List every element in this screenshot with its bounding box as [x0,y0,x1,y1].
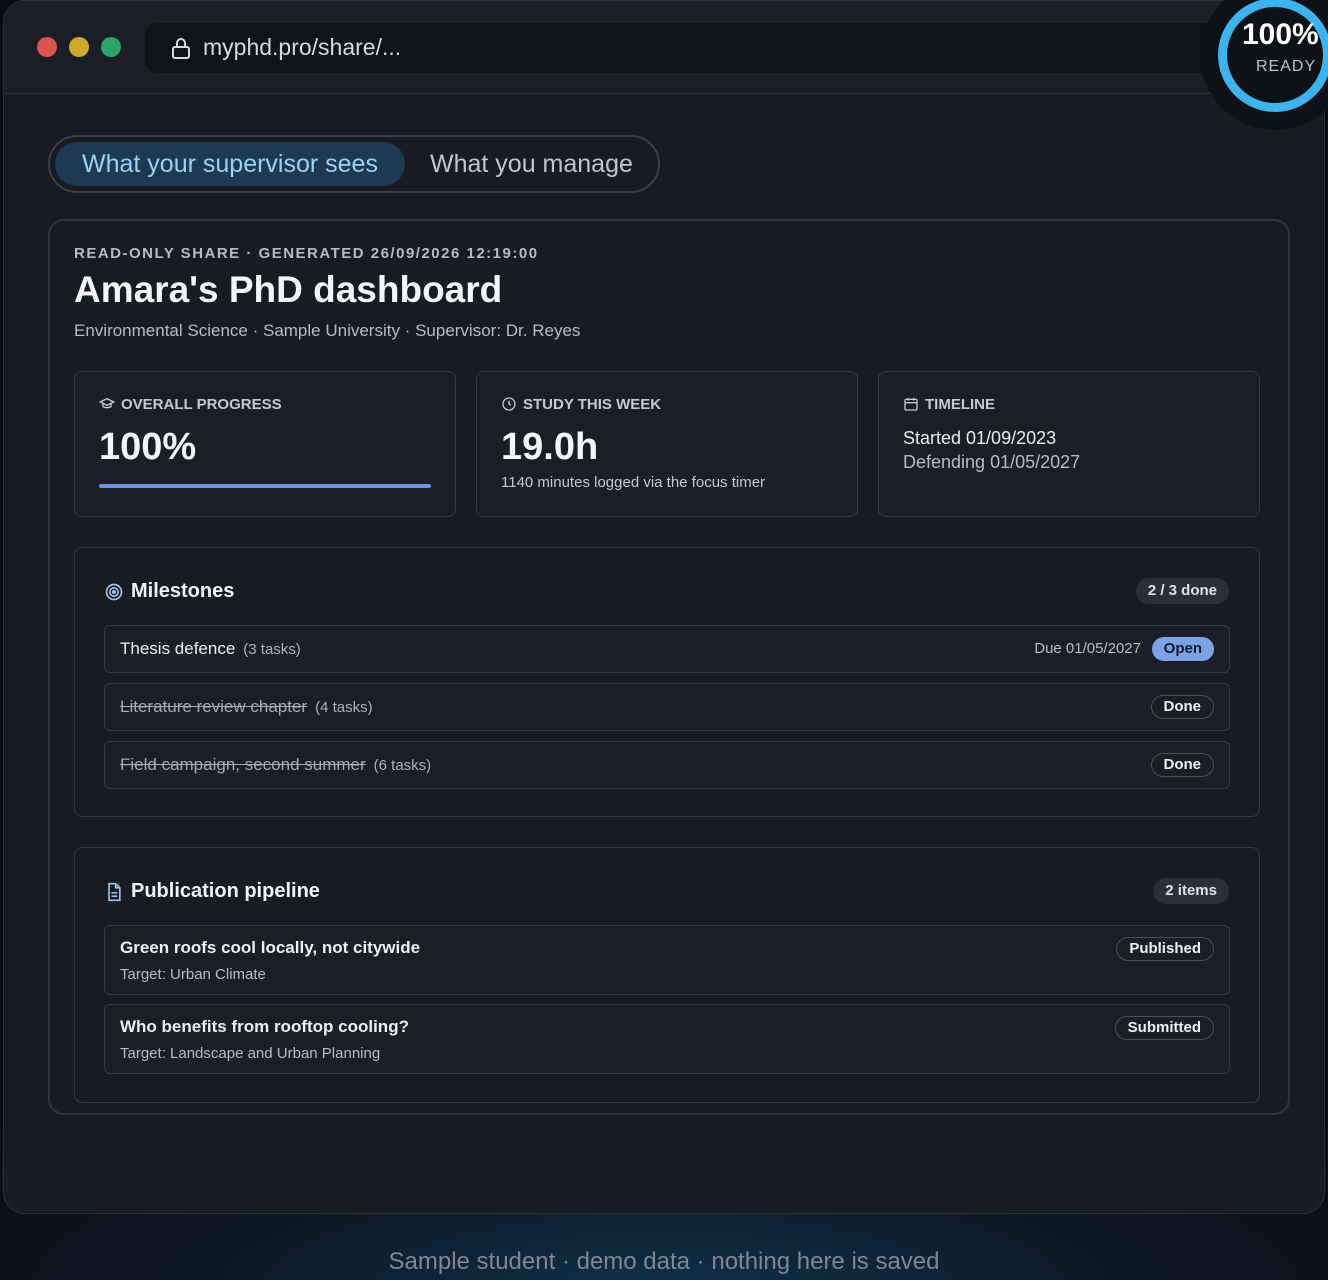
publication-title: Who benefits from rooftop cooling? [120,1017,409,1036]
milestone-tasks: (6 tasks) [373,757,432,774]
milestone-name: Field campaign, second summer [120,755,366,774]
status-badge: Done [1150,695,1214,719]
status-badge: Submitted [1114,1016,1214,1040]
stat-label: OVERALL PROGRESS [121,396,282,413]
clock-icon [502,397,516,411]
calendar-icon [904,398,918,411]
milestones-section: Milestones 2 / 3 done Thesis defence (3 t… [74,547,1260,817]
graduation-cap-icon [99,397,115,409]
target-icon [105,583,123,601]
study-value: 19.0h [501,426,599,468]
share-meta: READ-ONLY SHARE · GENERATED 26/09/2026 1… [74,245,539,262]
milestone-row[interactable]: Thesis defence (3 tasks) Due 01/05/2027 O… [104,625,1230,673]
browser-window: myphd.pro/share/... What your supervisor… [3,0,1325,1214]
milestones-title: Milestones [131,580,235,602]
milestone-row[interactable]: Literature review chapter (4 tasks) Done [104,683,1230,731]
status-badge: Published [1116,937,1214,961]
ready-percent: 100% [1242,18,1319,51]
url-text: myphd.pro/share/... [203,34,402,60]
stat-overall-progress: OVERALL PROGRESS 100% [74,371,456,517]
publication-target: Target: Urban Climate [120,966,266,983]
minimize-window-button[interactable] [69,37,89,57]
page-subtitle: Environmental Science · Sample Universit… [74,321,581,340]
lock-icon [172,38,190,59]
stat-study-week: STUDY THIS WEEK 19.0h 1140 minutes logge… [476,371,858,517]
milestone-name: Literature review chapter [120,697,308,716]
milestone-tasks: (4 tasks) [315,699,373,716]
publications-section: Publication pipeline 2 items Green roofs… [74,847,1260,1103]
ready-label: READY [1256,58,1317,75]
close-window-button[interactable] [37,37,57,57]
tab-manage-view[interactable]: What you manage [430,142,650,186]
milestone-row[interactable]: Field campaign, second summer (6 tasks) D… [104,741,1230,789]
stat-label: STUDY THIS WEEK [523,396,662,413]
stat-timeline: TIMELINE Started 01/09/2023 Defending 01… [878,371,1260,517]
timeline-defending: Defending 01/05/2027 [903,452,1081,472]
milestone-name: Thesis defence [120,639,236,658]
ready-ring [1218,0,1328,112]
status-badge: Done [1150,753,1214,777]
publication-row[interactable]: Who benefits from rooftop cooling? Targe… [104,1004,1230,1074]
footer-note: Sample student · demo data · nothing her… [388,1248,940,1275]
progress-value: 100% [99,426,197,468]
milestone-tasks: (3 tasks) [243,641,301,658]
publications-title: Publication pipeline [131,880,320,902]
milestone-due: Due 01/05/2027 [1034,640,1141,657]
status-badge: Open [1151,637,1214,661]
page-title: Amara's PhD dashboard [74,269,503,310]
study-note: 1140 minutes logged via the focus timer [501,474,766,491]
view-toggle: What your supervisor sees What you manag… [48,135,660,193]
publication-row[interactable]: Green roofs cool locally, not citywide T… [104,925,1230,995]
maximize-window-button[interactable] [101,37,121,57]
publications-count-badge: 2 items [1153,878,1229,904]
dashboard-card: READ-ONLY SHARE · GENERATED 26/09/2026 1… [48,219,1290,1115]
timeline-started: Started 01/09/2023 [903,428,1057,448]
publication-title: Green roofs cool locally, not citywide [120,938,421,957]
document-icon [108,882,121,902]
progress-bar [99,484,431,488]
address-bar[interactable]: myphd.pro/share/... [145,23,1305,73]
publication-target: Target: Landscape and Urban Planning [120,1045,381,1062]
tab-supervisor-view[interactable]: What your supervisor sees [55,142,405,186]
browser-chrome: myphd.pro/share/... [4,1,1324,94]
milestones-count-badge: 2 / 3 done [1135,578,1229,604]
stat-label: TIMELINE [925,396,995,413]
progress-bar-fill [99,484,431,488]
